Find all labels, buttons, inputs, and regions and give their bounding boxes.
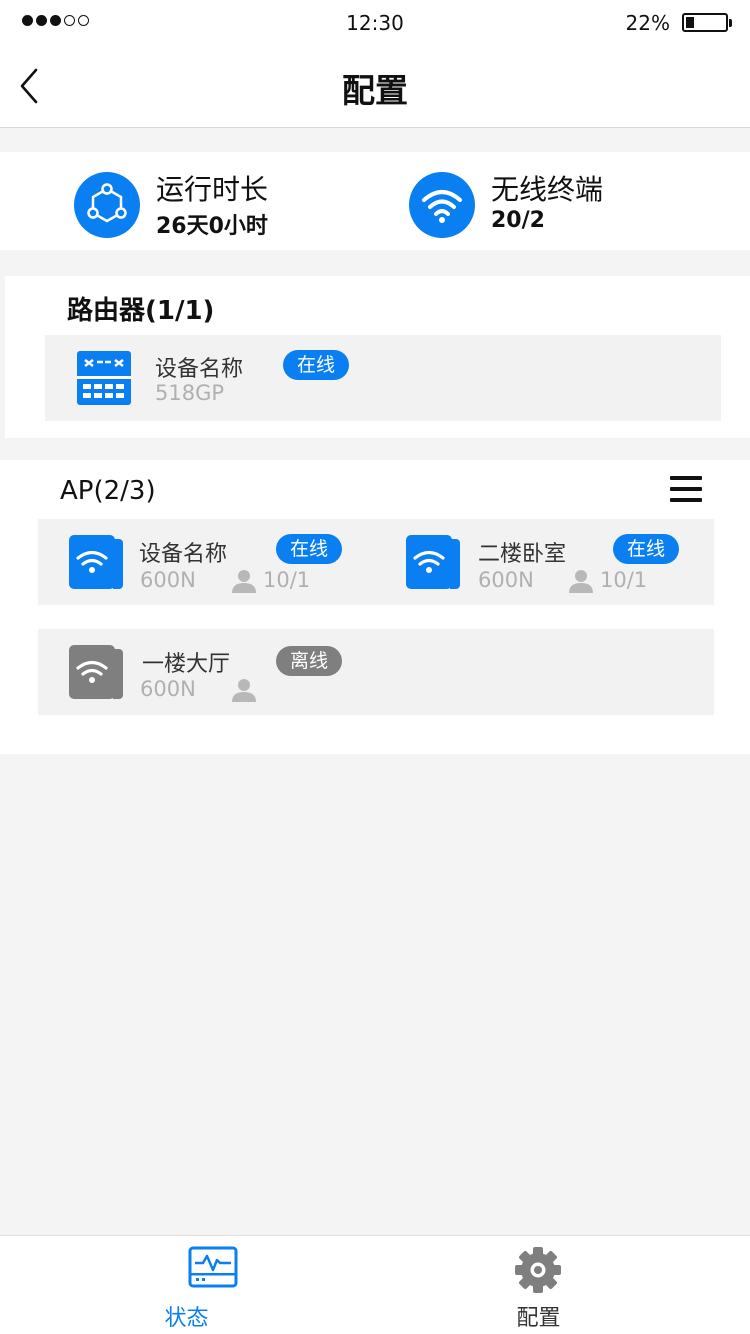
ap-device-name: 设备名称 bbox=[139, 542, 228, 567]
gear-icon bbox=[514, 1246, 562, 1298]
ap-section-title: AP(2/3) bbox=[60, 476, 156, 506]
user-icon bbox=[232, 678, 256, 702]
status-badge: 离线 bbox=[276, 646, 343, 676]
ap-row: 一楼大厅 离线 600N bbox=[38, 629, 714, 715]
tab-config[interactable]: 配置 bbox=[350, 1236, 725, 1334]
ap-device-model: 600N bbox=[478, 568, 534, 592]
ap-section: AP(2/3) 设备名称 在线 600N 10/1 二楼卧室 在线 600N 1… bbox=[0, 460, 750, 754]
battery-percentage: 22% bbox=[625, 11, 670, 35]
tab-status-label: 状态 bbox=[164, 1306, 209, 1331]
network-nodes-icon bbox=[74, 172, 140, 238]
tab-status[interactable]: 状态 bbox=[24, 1236, 399, 1334]
status-badge: 在线 bbox=[276, 534, 343, 564]
user-icon bbox=[232, 569, 256, 593]
battery-level bbox=[686, 17, 694, 28]
router-device-card[interactable]: 设备名称 518GP 在线 bbox=[45, 335, 721, 421]
tab-bar: 状态 配置 bbox=[0, 1235, 750, 1334]
uptime-value: 26天0小时 bbox=[156, 214, 268, 239]
ap-wifi-icon bbox=[69, 535, 125, 589]
wireless-value: 20/2 bbox=[491, 208, 545, 233]
status-bar: 12:30 22% bbox=[0, 0, 750, 44]
monitor-pulse-icon bbox=[188, 1246, 238, 1292]
ap-device-card[interactable]: 一楼大厅 离线 600N bbox=[38, 629, 358, 715]
ap-device-card[interactable]: 设备名称 在线 600N 10/1 bbox=[38, 519, 358, 605]
ap-user-count: 10/1 bbox=[600, 568, 648, 592]
ap-wifi-icon bbox=[69, 645, 125, 699]
wireless-stat: 无线终端 20/2 bbox=[409, 172, 669, 238]
uptime-label: 运行时长 bbox=[156, 173, 269, 206]
ap-device-model: 600N bbox=[140, 568, 196, 592]
ap-user-count: 10/1 bbox=[263, 568, 311, 592]
status-badge: 在线 bbox=[613, 534, 680, 564]
ap-device-name: 二楼卧室 bbox=[478, 542, 567, 567]
status-badge: 在线 bbox=[283, 350, 350, 380]
router-device-name: 设备名称 bbox=[155, 357, 244, 382]
ap-wifi-icon bbox=[406, 535, 462, 589]
user-icon bbox=[569, 569, 593, 593]
battery-icon bbox=[682, 13, 732, 32]
router-section-title: 路由器(1/1) bbox=[67, 296, 215, 326]
ap-device-card[interactable]: 二楼卧室 在线 600N 10/1 bbox=[375, 519, 695, 605]
wireless-label: 无线终端 bbox=[491, 173, 604, 206]
ap-row: 设备名称 在线 600N 10/1 二楼卧室 在线 600N 10/1 bbox=[38, 519, 714, 605]
router-device-model: 518GP bbox=[155, 381, 225, 405]
ap-device-name: 一楼大厅 bbox=[142, 652, 231, 677]
summary-card: 运行时长 26天0小时 无线终端 20/2 bbox=[0, 152, 750, 250]
page-title: 配置 bbox=[342, 71, 408, 110]
router-icon bbox=[77, 351, 131, 405]
ap-device-model: 600N bbox=[140, 677, 196, 701]
wifi-icon bbox=[409, 172, 475, 238]
router-section: 路由器(1/1) 设备名称 518GP 在线 bbox=[5, 276, 750, 438]
uptime-stat: 运行时长 26天0小时 bbox=[74, 172, 334, 239]
tab-config-label: 配置 bbox=[516, 1306, 561, 1331]
navigation-bar: 配置 bbox=[0, 44, 750, 128]
menu-icon[interactable] bbox=[670, 474, 704, 504]
